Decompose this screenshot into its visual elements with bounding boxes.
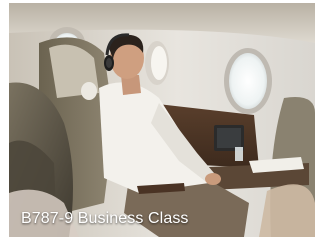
window-right: [229, 53, 267, 109]
photo-caption: B787-9 Business Class: [21, 210, 189, 227]
cabin-scene: [9, 3, 315, 237]
cabin-photo: B787-9 Business Class: [9, 3, 315, 237]
water-glass: [235, 147, 243, 161]
